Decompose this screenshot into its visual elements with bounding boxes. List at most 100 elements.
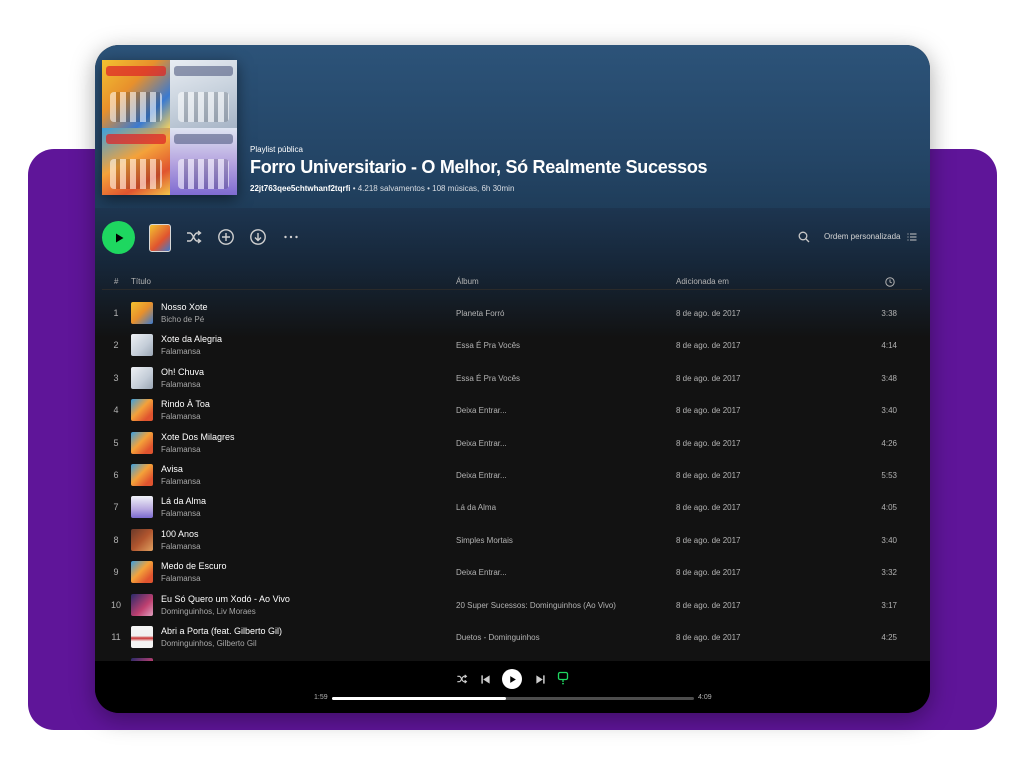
track-artist[interactable]: Falamansa — [161, 347, 201, 356]
track-title[interactable]: Rindo À Toa — [161, 399, 210, 409]
track-album[interactable]: Deixa Entrar... — [456, 439, 507, 448]
download-button[interactable] — [247, 226, 269, 248]
playlist-owner-link[interactable]: 22jt763qee5chtwhanf2tqrfi — [250, 184, 350, 193]
track-artwork — [131, 528, 153, 551]
playlist-type-label: Playlist pública — [250, 145, 303, 154]
playlist-title: Forro Universitario - O Melhor, Só Realm… — [250, 157, 708, 177]
app-window: Playlist pública Forro Universitario - O… — [95, 45, 930, 713]
player-shuffle-button[interactable] — [455, 672, 469, 686]
track-duration: 5:53 — [881, 471, 897, 480]
track-title[interactable]: Avisa — [161, 464, 183, 474]
track-duration: 3:38 — [881, 309, 897, 318]
track-title[interactable]: Abri a Porta (feat. Gilberto Gil) — [161, 626, 282, 636]
track-album[interactable]: Essa É Pra Vocês — [456, 341, 520, 350]
track-album[interactable]: Deixa Entrar... — [456, 406, 507, 415]
track-number: 9 — [113, 567, 119, 578]
shuffle-button[interactable] — [183, 226, 205, 248]
add-to-library-button[interactable] — [215, 226, 237, 248]
more-options-button[interactable] — [280, 226, 302, 248]
track-duration: 3:17 — [881, 600, 897, 610]
playlist-thumbnail-button[interactable] — [149, 224, 171, 252]
track-number: 2 — [113, 340, 119, 351]
track-row[interactable]: 7 Lá da Alma Falamansa Lá da Alma 8 de ago. … — [95, 491, 930, 523]
track-row[interactable]: 6 Avisa Falamansa Deixa Entrar... 8 de ago. … — [95, 459, 930, 491]
track-artist[interactable]: Dominguinhos, Gilberto Gil — [161, 639, 257, 648]
next-icon — [535, 674, 545, 684]
track-number: 3 — [113, 372, 119, 383]
track-artwork — [131, 431, 153, 454]
track-artist[interactable]: Falamansa — [161, 477, 201, 486]
play-icon — [115, 233, 123, 242]
track-album[interactable]: Duetos - Dominguinhos — [456, 633, 540, 642]
cover-tile-4 — [169, 127, 237, 195]
track-artist[interactable]: Falamansa — [161, 445, 201, 454]
player-bar: 1:59 4:09 — [95, 661, 930, 713]
track-title[interactable]: Lá da Alma — [161, 496, 206, 506]
track-row[interactable]: 11 Abri a Porta (feat. Gilberto Gil) Domin… — [95, 621, 930, 653]
search-icon[interactable] — [798, 231, 810, 243]
clock-icon — [885, 277, 895, 287]
track-title[interactable]: Oh! Chuva — [161, 367, 204, 377]
track-number: 6 — [113, 470, 119, 480]
track-album[interactable]: Essa É Pra Vocês — [456, 374, 520, 383]
playlist-cover[interactable] — [102, 60, 237, 195]
track-row[interactable]: 3 Oh! Chuva Falamansa Essa É Pra Vocês 8 de … — [95, 362, 930, 394]
track-album[interactable]: Deixa Entrar... — [456, 471, 507, 480]
track-added-date: 8 de ago. de 2017 — [676, 600, 741, 610]
lyrics-button[interactable] — [556, 671, 570, 685]
track-artwork — [131, 334, 153, 357]
column-title[interactable]: Título — [131, 277, 151, 286]
track-added-date: 8 de ago. de 2017 — [676, 535, 741, 545]
column-number: # — [114, 277, 119, 286]
previous-icon — [480, 674, 490, 684]
track-row[interactable]: 9 Medo de Escuro Falamansa Deixa Entrar... 8… — [95, 556, 930, 588]
track-artist[interactable]: Bicho de Pé — [161, 315, 204, 324]
track-title[interactable]: Eu Só Quero um Xodó - Ao Vivo — [161, 594, 290, 604]
track-artist[interactable]: Dominguinhos, Liv Moraes — [161, 607, 256, 616]
track-album[interactable]: Deixa Entrar... — [456, 568, 507, 577]
more-icon — [284, 235, 298, 239]
previous-button[interactable] — [478, 672, 492, 686]
track-title[interactable]: 100 Anos — [161, 529, 199, 539]
sort-order-button[interactable]: Ordem personalizada — [824, 232, 900, 241]
column-added[interactable]: Adicionada em — [676, 277, 729, 286]
track-album[interactable]: Lá da Alma — [456, 503, 496, 512]
track-duration: 3:40 — [881, 406, 897, 416]
player-play-button[interactable] — [502, 669, 522, 689]
track-artwork — [131, 561, 153, 584]
track-artist[interactable]: Falamansa — [161, 380, 201, 389]
track-added-date: 8 de ago. de 2017 — [676, 568, 741, 578]
track-artwork — [131, 496, 153, 519]
cover-tile-3 — [102, 127, 170, 195]
playlist-meta: 22jt763qee5chtwhanf2tqrfi • 4.218 salvam… — [250, 184, 514, 193]
action-bar: Ordem personalizada — [95, 208, 930, 268]
play-button[interactable] — [102, 221, 135, 254]
track-duration: 4:25 — [881, 633, 897, 642]
track-artwork — [131, 464, 153, 486]
track-row[interactable]: 4 Rindo À Toa Falamansa Deixa Entrar... 8 de… — [95, 394, 930, 426]
track-artwork — [131, 366, 153, 389]
next-button[interactable] — [533, 672, 547, 686]
track-artist[interactable]: Falamansa — [161, 509, 201, 518]
track-row[interactable]: 2 Xote da Alegria Falamansa Essa É Pra Você… — [95, 329, 930, 361]
track-title[interactable]: Nosso Xote — [161, 302, 208, 312]
track-row[interactable]: 8 100 Anos Falamansa Simples Mortais 8 de ag… — [95, 524, 930, 556]
track-album[interactable]: 20 Super Sucessos: Dominguinhos (Ao Vivo… — [456, 601, 616, 610]
track-row[interactable]: 10 Eu Só Quero um Xodó - Ao Vivo Dominguin… — [95, 589, 930, 621]
track-artist[interactable]: Falamansa — [161, 542, 201, 551]
download-icon — [250, 229, 266, 245]
list-icon[interactable] — [907, 232, 917, 242]
track-album[interactable]: Planeta Forró — [456, 309, 504, 318]
track-title[interactable]: Xote Dos Milagres — [161, 432, 235, 442]
track-title[interactable]: Xote da Alegria — [161, 334, 222, 344]
track-number: 4 — [113, 405, 119, 416]
track-row[interactable]: 1 Nosso Xote Bicho de Pé Planeta Forró 8 de … — [95, 297, 930, 329]
track-artist[interactable]: Falamansa — [161, 574, 201, 583]
track-artist[interactable]: Falamansa — [161, 412, 201, 421]
track-album[interactable]: Simples Mortais — [456, 536, 513, 545]
column-album[interactable]: Álbum — [456, 277, 479, 286]
progress-bar[interactable] — [332, 697, 694, 700]
track-title[interactable]: Medo de Escuro — [161, 561, 227, 571]
track-row-partial — [95, 653, 930, 661]
track-row[interactable]: 5 Xote Dos Milagres Falamansa Deixa Entrar.… — [95, 427, 930, 459]
